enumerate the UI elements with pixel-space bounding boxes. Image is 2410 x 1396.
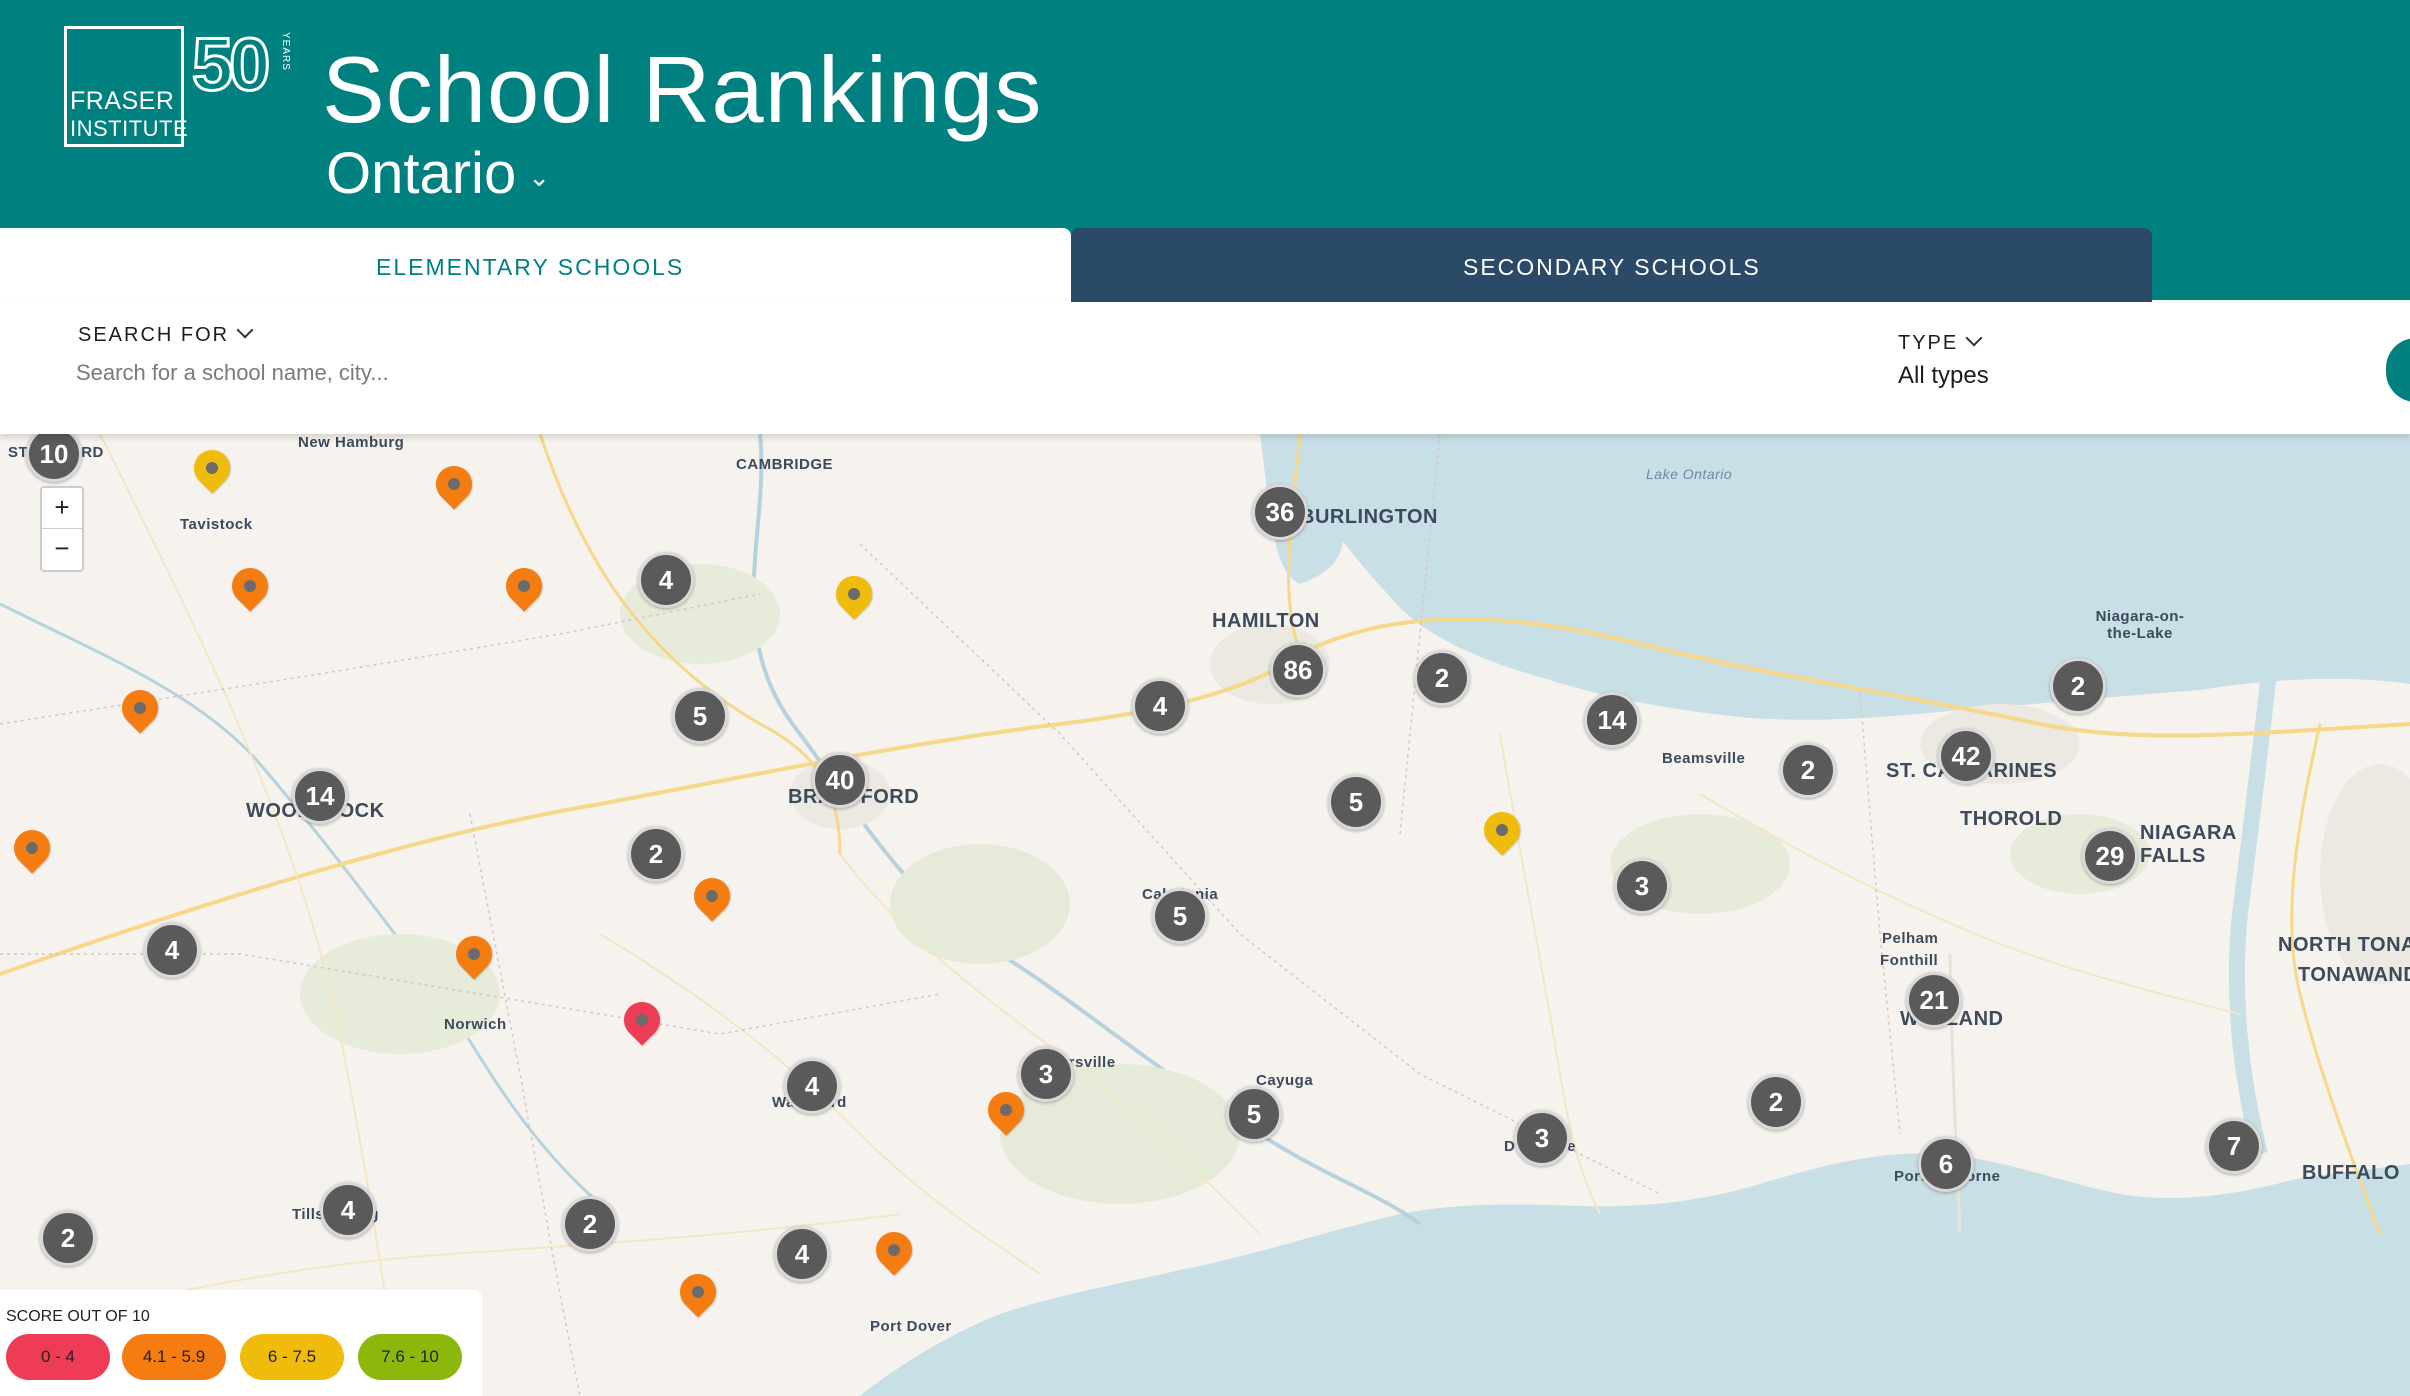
school-cluster[interactable]: 2 xyxy=(1748,1074,1804,1130)
type-label: TYPE xyxy=(1898,332,1959,354)
chevron-down-icon xyxy=(236,321,254,339)
school-cluster[interactable]: 2 xyxy=(562,1196,618,1252)
school-cluster[interactable]: 7 xyxy=(2206,1118,2262,1174)
school-cluster[interactable]: 2 xyxy=(40,1210,96,1266)
chevron-down-icon xyxy=(1965,329,1983,347)
map-label-burlington: BURLINGTON xyxy=(1300,506,1438,528)
school-cluster[interactable]: 2 xyxy=(1414,650,1470,706)
map-label-beamsville: Beamsville xyxy=(1662,750,1746,767)
type-dropdown[interactable]: TYPE xyxy=(1898,329,1983,355)
tab-secondary-schools[interactable]: SECONDARY SCHOOLS xyxy=(1071,228,2152,302)
map-label-norwich: Norwich xyxy=(444,1016,507,1033)
school-cluster[interactable]: 4 xyxy=(1132,678,1188,734)
map-label-lake-ontario: Lake Ontario xyxy=(1646,466,1733,482)
tab-secondary-label: SECONDARY SCHOOLS xyxy=(1463,254,1761,280)
school-cluster[interactable]: 2 xyxy=(1780,742,1836,798)
school-cluster[interactable]: 2 xyxy=(628,826,684,882)
map-label-thorold: THOROLD xyxy=(1960,808,2063,830)
school-cluster[interactable]: 14 xyxy=(1584,692,1640,748)
fraser-institute-logo[interactable]: FRASER INSTITUTE 50 YEARS xyxy=(64,22,294,156)
map-label-niagara-falls: NIAGARA FALLS xyxy=(2140,822,2237,867)
logo-text: FRASER INSTITUTE xyxy=(70,88,188,142)
search-panel: SEARCH FOR TYPE All types xyxy=(0,302,2410,434)
school-cluster[interactable]: 4 xyxy=(144,922,200,978)
logo-50-text: 50 xyxy=(190,22,271,108)
search-for-label: SEARCH FOR xyxy=(78,324,230,346)
map-label-north-tonawanda: NORTH TONAWANDA xyxy=(2278,934,2410,956)
school-cluster[interactable]: 2 xyxy=(2050,658,2106,714)
legend-chip-4-6[interactable]: 4.1 - 5.9 xyxy=(122,1334,226,1380)
tab-elementary-schools[interactable]: ELEMENTARY SCHOOLS xyxy=(0,228,1071,304)
map-label-cambridge: CAMBRIDGE xyxy=(736,456,833,473)
zoom-in-button[interactable]: + xyxy=(42,488,82,529)
legend-chip-6-7-5[interactable]: 6 - 7.5 xyxy=(240,1334,344,1380)
school-cluster[interactable]: 4 xyxy=(774,1226,830,1282)
search-for-dropdown[interactable]: SEARCH FOR xyxy=(78,321,254,347)
map-label-hamilton: HAMILTON xyxy=(1212,610,1320,632)
school-cluster[interactable]: 3 xyxy=(1614,858,1670,914)
logo-50-anniversary: 50 xyxy=(190,22,271,108)
score-legend: SCORE OUT OF 10 0 - 4 4.1 - 5.9 6 - 7.5 … xyxy=(0,1290,482,1396)
school-cluster[interactable]: 5 xyxy=(1226,1086,1282,1142)
map-canvas[interactable]: STRATFORD CAMBRIDGE Tavistock New Hambur… xyxy=(0,434,2410,1396)
search-button[interactable] xyxy=(2386,338,2410,402)
thames-river xyxy=(0,602,601,1206)
school-cluster[interactable]: 36 xyxy=(1252,484,1308,540)
map-label-port-dover: Port Dover xyxy=(870,1318,952,1335)
legend-title: SCORE OUT OF 10 xyxy=(6,1308,150,1325)
chevron-down-icon: ⌄ xyxy=(528,162,550,193)
page-title: School Rankings xyxy=(322,37,1043,142)
school-cluster[interactable]: 5 xyxy=(1328,774,1384,830)
map-label-pelham: Pelham xyxy=(1882,930,1939,947)
school-cluster[interactable]: 42 xyxy=(1938,728,1994,784)
legend-chip-7-6-10[interactable]: 7.6 - 10 xyxy=(358,1334,462,1380)
region-selector[interactable]: Ontario ⌄ xyxy=(326,140,550,207)
school-cluster[interactable]: 5 xyxy=(672,688,728,744)
school-cluster[interactable]: 21 xyxy=(1906,972,1962,1028)
map-label-buffalo: BUFFALO xyxy=(2302,1162,2400,1184)
map-label-new-hamburg: New Hamburg xyxy=(298,434,405,451)
green-area xyxy=(890,844,1070,964)
school-cluster[interactable]: 86 xyxy=(1270,642,1326,698)
school-cluster[interactable]: 4 xyxy=(784,1058,840,1114)
school-cluster[interactable]: 3 xyxy=(1018,1046,1074,1102)
region-label: Ontario xyxy=(326,141,517,206)
logo-line1: FRASER xyxy=(70,87,175,115)
type-value[interactable]: All types xyxy=(1898,362,1989,390)
legend-chip-0-4[interactable]: 0 - 4 xyxy=(6,1334,110,1380)
zoom-controls: + − xyxy=(40,486,84,572)
map-label-cayuga: Cayuga xyxy=(1256,1072,1314,1089)
zoom-out-button[interactable]: − xyxy=(42,529,82,569)
search-input[interactable] xyxy=(76,356,1076,390)
map-label-tavistock: Tavistock xyxy=(180,516,253,533)
school-cluster[interactable]: 40 xyxy=(812,752,868,808)
map-label-tonawanda: TONAWANDA xyxy=(2298,964,2410,986)
school-cluster[interactable]: 4 xyxy=(320,1182,376,1238)
tab-elementary-label: ELEMENTARY SCHOOLS xyxy=(376,254,685,280)
highway xyxy=(0,652,1302,976)
school-cluster[interactable]: 5 xyxy=(1152,888,1208,944)
map-label-fonthill: Fonthill xyxy=(1880,952,1939,969)
niagara-river xyxy=(2228,663,2278,1156)
map-label-niagara-on-the-lake: Niagara-on-the-Lake xyxy=(2095,608,2185,642)
school-cluster[interactable]: 29 xyxy=(2082,828,2138,884)
school-cluster[interactable]: 4 xyxy=(638,552,694,608)
logo-line2: INSTITUTE xyxy=(70,116,189,141)
school-cluster[interactable]: 14 xyxy=(292,768,348,824)
school-cluster[interactable]: 6 xyxy=(1918,1136,1974,1192)
logo-years: YEARS xyxy=(280,32,291,71)
school-cluster[interactable]: 3 xyxy=(1514,1110,1570,1166)
county-boundary xyxy=(469,813,581,1396)
